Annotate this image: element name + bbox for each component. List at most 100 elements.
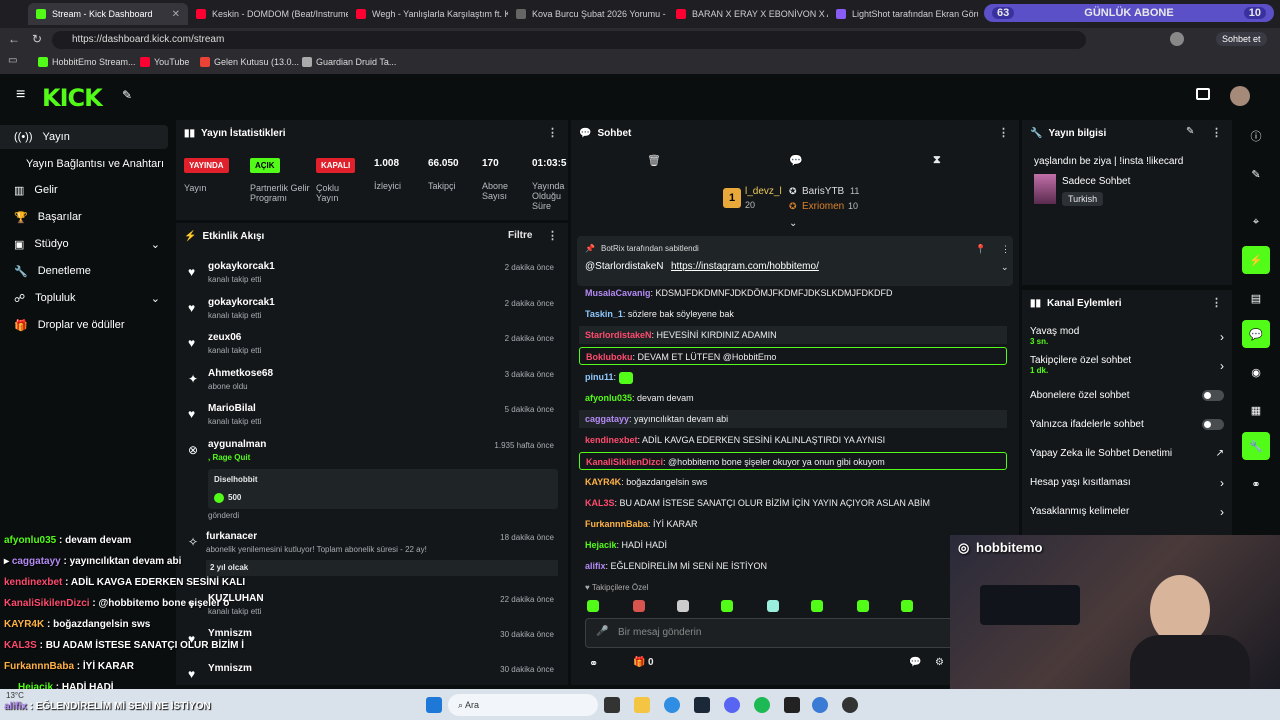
chat-settings-bubble-icon[interactable]: 💬 <box>909 657 921 668</box>
studio-icon: ▣ <box>14 238 25 251</box>
message-input[interactable]: Bir mesaj gönderin <box>618 627 701 638</box>
steam-icon[interactable] <box>694 697 710 713</box>
sidebar-item-studio[interactable]: ▣ Stüdyo ⌄ <box>0 232 168 256</box>
sidebar-item-drops[interactable]: 🎁 Droplar ve ödüller <box>0 313 168 337</box>
chevron-right-icon[interactable]: › <box>1220 476 1224 490</box>
filter-button[interactable]: Filtre <box>508 230 532 241</box>
tab-youtube-3[interactable]: BARAN X ERAY X EBONİVON X AY✕ <box>668 3 828 25</box>
reload-icon[interactable]: ↻ <box>32 32 42 46</box>
chevron-right-icon[interactable]: › <box>1220 505 1224 519</box>
chat-bubble-icon[interactable]: 💬 <box>789 154 803 167</box>
more-options-icon[interactable]: ⋮ <box>547 229 558 242</box>
trash-icon[interactable]: 🗑 <box>647 154 661 167</box>
target-icon[interactable]: ⌖ <box>1242 208 1270 236</box>
community-icon[interactable]: ⚭ <box>589 657 598 670</box>
kick-logo[interactable]: KICK <box>42 84 103 112</box>
external-link-icon[interactable]: ↗ <box>1216 448 1224 459</box>
spotify-icon[interactable] <box>754 697 770 713</box>
overlay-chat-line: KAL3S : BU ADAM İSTESE SANATÇI OLUR BİZİ… <box>4 640 245 651</box>
chat-icon[interactable]: 💬 <box>1242 320 1270 348</box>
bookmark-guardian[interactable]: Guardian Druid Ta... <box>302 57 396 67</box>
more-options-icon[interactable]: ⋮ <box>1211 126 1222 139</box>
bookmark-manager-icon[interactable]: ▭ <box>8 55 17 66</box>
emote-icon[interactable] <box>811 600 823 612</box>
community-icon[interactable]: ⚭ <box>1242 470 1270 498</box>
more-options-icon[interactable]: ⋮ <box>1001 244 1010 255</box>
slow-mode-row[interactable]: Yavaş mod 3 sn. <box>1030 326 1220 346</box>
tab-youtube-1[interactable]: Keskin - DOMDOM (Beat/Instrume✕ <box>188 3 348 25</box>
account-age-row[interactable]: Hesap yaşı kısıtlaması <box>1030 477 1220 488</box>
tab-lightshot[interactable]: LightShot tarafından Ekran Görün <box>828 3 978 25</box>
chevron-right-icon[interactable]: › <box>1220 330 1224 344</box>
emote-icon[interactable] <box>767 600 779 612</box>
info-icon[interactable]: ⓘ <box>1242 122 1270 150</box>
tab-kova-burcu[interactable]: Kova Burcu Şubat 2026 Yorumu - ✕ <box>508 3 668 25</box>
gear-icon[interactable]: ⚙ <box>935 657 944 668</box>
heart-icon: ♥ <box>188 667 196 681</box>
url-field[interactable]: https://dashboard.kick.com/stream <box>52 31 1086 49</box>
microphone-icon[interactable]: 🎤 <box>596 626 608 637</box>
menu-icon[interactable]: ≡ <box>16 86 25 104</box>
sidebar-item-achievements[interactable]: 🏆 Başarılar <box>0 205 168 229</box>
pin-icon[interactable]: ✎ <box>122 88 132 102</box>
pinned-link[interactable]: https://instagram.com/hobbitemo/ <box>671 261 819 272</box>
more-options-icon[interactable]: ⋮ <box>1211 296 1222 309</box>
gift-icon[interactable]: 🎁 <box>633 657 645 668</box>
sidebar-item-stream-key[interactable]: Yayın Bağlantısı ve Anahtarı <box>0 152 168 176</box>
theater-mode-icon[interactable] <box>1196 88 1210 100</box>
ai-moderation-row[interactable]: Yapay Zeka ile Sohbet Denetimi <box>1030 448 1220 459</box>
windows-start-icon[interactable] <box>426 697 442 713</box>
emotes-only-toggle[interactable] <box>1202 419 1224 430</box>
back-icon[interactable]: ← <box>8 32 20 46</box>
chat-input-box[interactable]: 🎤 Bir mesaj gönderin <box>585 618 955 648</box>
emote-icon[interactable] <box>721 600 733 612</box>
subscribers-only-toggle[interactable] <box>1202 390 1224 401</box>
bookmark-gmail[interactable]: Gelen Kutusu (13.0... <box>200 57 299 67</box>
emote-icon[interactable] <box>677 600 689 612</box>
bookmark-youtube[interactable]: YouTube <box>140 57 189 67</box>
obs-icon[interactable] <box>842 697 858 713</box>
file-explorer-icon[interactable] <box>634 697 650 713</box>
emote-icon[interactable] <box>901 600 913 612</box>
bookmark-hobbitemo[interactable]: HobbitEmo Stream... <box>38 57 136 67</box>
emote-icon[interactable] <box>857 600 869 612</box>
wrench-icon[interactable]: 🔧 <box>1242 432 1270 460</box>
task-view-icon[interactable] <box>604 697 620 713</box>
more-options-icon[interactable]: ⋮ <box>547 126 558 139</box>
activity-item: ♥ gokaykorcak1 kanalı takip etti 2 dakika ö… <box>188 297 554 320</box>
edge-icon[interactable] <box>664 697 680 713</box>
edit-icon[interactable]: ✎ <box>1186 126 1194 137</box>
chevron-right-icon[interactable]: › <box>1220 359 1224 373</box>
tab-kick-dashboard[interactable]: Stream - Kick Dashboard ✕ <box>28 3 188 25</box>
activity-item: ✧ furkanacer abonelik yenilemesini kutluyo… <box>188 531 554 554</box>
emote-icon[interactable] <box>633 600 645 612</box>
sidebar-item-moderation[interactable]: 🔧 Denetleme <box>0 259 168 283</box>
edit-icon[interactable]: ✎ <box>1242 160 1270 188</box>
profile-avatar[interactable] <box>1170 32 1184 46</box>
emote-icon[interactable] <box>587 600 599 612</box>
app-icon[interactable] <box>784 697 800 713</box>
lightning-icon[interactable]: ⚡ <box>1242 246 1270 274</box>
broadcast-icon[interactable]: ◉ <box>1242 358 1270 386</box>
hourglass-icon[interactable]: ⧗ <box>933 154 941 167</box>
tab-youtube-2[interactable]: Wegh - Yanlışlarla Karşılaştım ft. K✕ <box>348 3 508 25</box>
sidebar-item-revenue[interactable]: ▥ Gelir <box>0 178 168 202</box>
sidebar-item-community[interactable]: ☍ Topluluk ⌄ <box>0 286 168 310</box>
more-options-icon[interactable]: ⋮ <box>998 126 1009 139</box>
sidebar-item-stream[interactable]: ((•)) Yayın <box>0 125 168 149</box>
collapse-icon[interactable]: ⌄ <box>789 218 797 229</box>
followers-only-row[interactable]: Takipçilere özel sohbet 1 dk. <box>1030 355 1220 375</box>
user-avatar[interactable] <box>1230 86 1250 106</box>
close-tab-icon[interactable]: ✕ <box>172 9 180 20</box>
unpin-icon[interactable]: 📍 <box>975 244 986 255</box>
document-icon[interactable]: ▤ <box>1242 284 1270 312</box>
chevron-down-icon[interactable]: ⌄ <box>1001 262 1009 273</box>
discord-icon[interactable] <box>724 697 740 713</box>
banned-words-row[interactable]: Yasaklanmış kelimeler <box>1030 506 1220 517</box>
copilot-button[interactable]: Sohbet et <box>1216 32 1267 46</box>
taskbar-search[interactable]: ⌕ Ara <box>448 694 598 716</box>
app-icon[interactable] <box>812 697 828 713</box>
layout-icon[interactable]: ▦ <box>1242 396 1270 424</box>
chat-message: Hejacik: HADİ HADİ <box>585 540 668 550</box>
kick-gift-icon: ⊗ <box>188 443 199 457</box>
